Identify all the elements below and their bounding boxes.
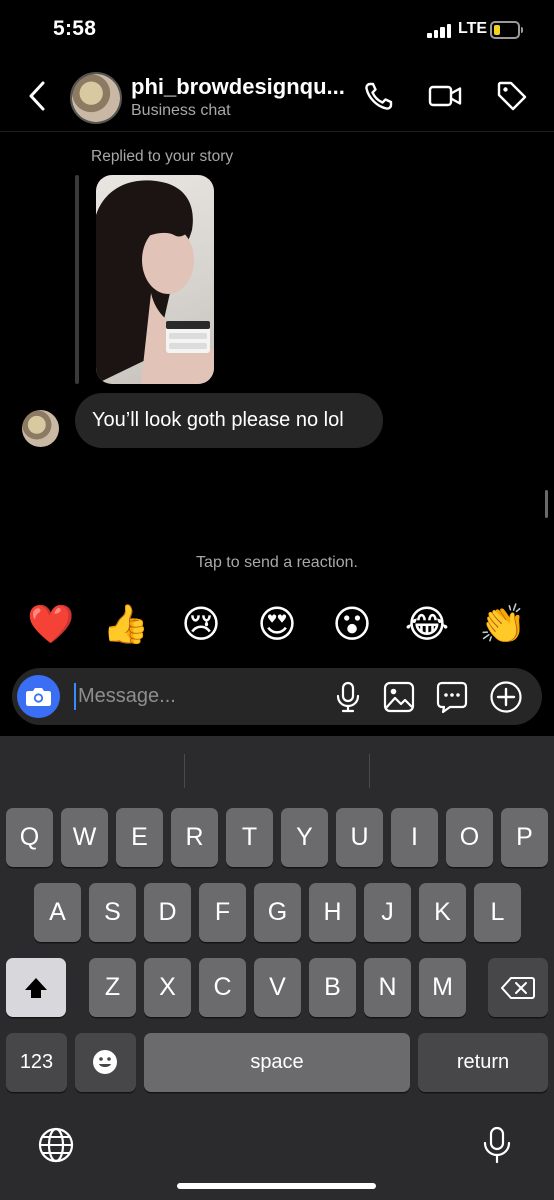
key-q[interactable]: Q <box>6 808 53 867</box>
chat-title[interactable]: phi_browdesignqu... <box>131 74 353 100</box>
key-y[interactable]: Y <box>281 808 328 867</box>
back-chevron-icon[interactable] <box>22 78 54 114</box>
return-key[interactable]: return <box>418 1033 548 1092</box>
microphone-icon[interactable] <box>330 679 366 715</box>
tag-icon[interactable] <box>494 78 530 114</box>
sender-avatar[interactable] <box>22 410 59 447</box>
replied-to-story-label: Replied to your story <box>91 148 234 165</box>
key-m[interactable]: M <box>419 958 466 1017</box>
key-b[interactable]: B <box>309 958 356 1017</box>
reaction-clapping-hands[interactable]: 👏 <box>478 600 528 650</box>
suggestion-divider <box>369 754 370 788</box>
key-z[interactable]: Z <box>89 958 136 1017</box>
phone-icon[interactable] <box>361 78 397 114</box>
gallery-icon[interactable] <box>381 679 417 715</box>
key-d[interactable]: D <box>144 883 191 942</box>
key-k[interactable]: K <box>419 883 466 942</box>
status-bar: 5:58 LTE <box>0 0 554 62</box>
reaction-tears-of-joy[interactable]: 😂 <box>402 600 452 650</box>
shift-key[interactable] <box>6 958 66 1017</box>
keyboard: Q W E R T Y U I O P A S D F G H J K L Z … <box>0 736 554 1200</box>
backspace-key[interactable] <box>488 958 548 1017</box>
key-p[interactable]: P <box>501 808 548 867</box>
space-key[interactable]: space <box>144 1033 410 1092</box>
reaction-bar: ❤️ 👍 😢 😍 😮 😂 👏 <box>0 600 554 650</box>
key-e[interactable]: E <box>116 808 163 867</box>
clock: 5:58 <box>53 17 97 40</box>
camera-icon[interactable] <box>17 675 60 718</box>
video-camera-icon[interactable] <box>427 78 463 114</box>
sticker-icon[interactable] <box>434 679 470 715</box>
key-o[interactable]: O <box>446 808 493 867</box>
signal-strength-icon <box>427 24 453 38</box>
key-w[interactable]: W <box>61 808 108 867</box>
reaction-thumbs-up[interactable]: 👍 <box>101 600 151 650</box>
dictation-microphone-icon[interactable] <box>477 1125 517 1165</box>
chat-subtitle: Business chat <box>131 102 231 119</box>
key-r[interactable]: R <box>171 808 218 867</box>
numbers-key[interactable]: 123 <box>6 1033 67 1092</box>
suggestion-divider <box>184 754 185 788</box>
key-s[interactable]: S <box>89 883 136 942</box>
key-t[interactable]: T <box>226 808 273 867</box>
text-cursor <box>74 683 76 710</box>
battery-icon <box>490 21 523 39</box>
reaction-hint: Tap to send a reaction. <box>196 554 358 571</box>
reaction-surprised-face[interactable]: 😮 <box>327 600 377 650</box>
key-c[interactable]: C <box>199 958 246 1017</box>
avatar[interactable] <box>70 72 122 124</box>
scrollbar[interactable] <box>545 490 548 518</box>
message-text: You’ll look goth please no lol <box>92 409 344 431</box>
reaction-heart-eyes[interactable]: 😍 <box>252 600 302 650</box>
key-f[interactable]: F <box>199 883 246 942</box>
plus-icon[interactable] <box>488 679 524 715</box>
reaction-heart[interactable]: ❤️ <box>26 600 76 650</box>
key-u[interactable]: U <box>336 808 383 867</box>
key-i[interactable]: I <box>391 808 438 867</box>
key-l[interactable]: L <box>474 883 521 942</box>
key-j[interactable]: J <box>364 883 411 942</box>
globe-icon[interactable] <box>36 1125 76 1165</box>
reply-indicator-bar <box>75 175 79 384</box>
key-g[interactable]: G <box>254 883 301 942</box>
key-n[interactable]: N <box>364 958 411 1017</box>
key-x[interactable]: X <box>144 958 191 1017</box>
key-v[interactable]: V <box>254 958 301 1017</box>
emoji-key[interactable] <box>75 1033 136 1092</box>
message-input[interactable] <box>78 668 328 725</box>
home-indicator[interactable] <box>177 1183 376 1189</box>
reaction-crying-face[interactable]: 😢 <box>176 600 226 650</box>
key-h[interactable]: H <box>309 883 356 942</box>
key-a[interactable]: A <box>34 883 81 942</box>
chat-header: phi_browdesignqu... Business chat <box>0 62 554 132</box>
story-thumbnail[interactable] <box>96 175 214 384</box>
message-composer <box>12 668 542 725</box>
network-type: LTE <box>458 20 488 37</box>
message-bubble[interactable]: You’ll look goth please no lol <box>75 393 383 448</box>
